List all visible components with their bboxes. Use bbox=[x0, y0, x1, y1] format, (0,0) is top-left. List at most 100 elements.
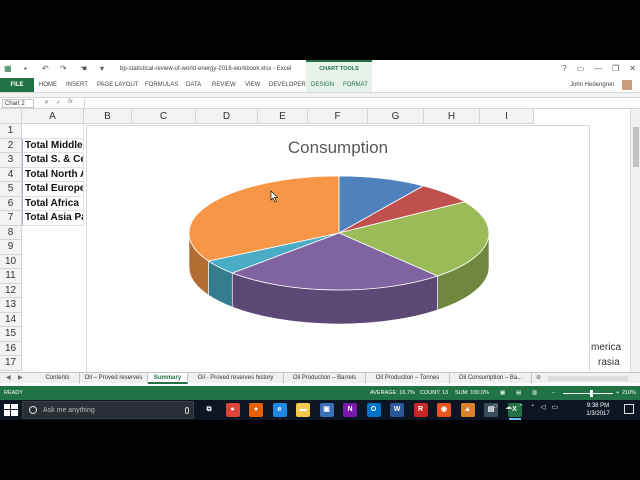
sheet-tab-oil-consumption[interactable]: Oil Consumption – Ba... bbox=[450, 373, 532, 384]
taskbar-matlab-icon[interactable]: ▲ bbox=[460, 403, 475, 417]
redo-icon[interactable]: ↷ bbox=[60, 64, 67, 73]
pie-chart[interactable]: Consumption bbox=[86, 125, 590, 377]
scroll-left-icon[interactable]: ◀ bbox=[6, 373, 11, 384]
zoom-out-icon[interactable]: − bbox=[552, 390, 555, 396]
tab-insert[interactable]: INSERT bbox=[66, 82, 88, 88]
windows-start-icon[interactable] bbox=[4, 404, 18, 416]
horizontal-scrollbar[interactable] bbox=[548, 376, 628, 381]
tab-home[interactable]: HOME bbox=[39, 82, 57, 88]
taskbar-store-icon[interactable]: ▣ bbox=[319, 403, 334, 417]
column-header-g[interactable]: G bbox=[368, 109, 424, 124]
undo-icon[interactable]: ↶ bbox=[42, 64, 49, 73]
column-header-h[interactable]: H bbox=[424, 109, 480, 124]
column-header-c[interactable]: C bbox=[132, 109, 196, 124]
tab-developer[interactable]: DEVELOPER bbox=[269, 82, 306, 88]
formula-input[interactable] bbox=[84, 99, 636, 108]
sheet-tab-contents[interactable]: Contents bbox=[36, 373, 80, 384]
zoom-slider[interactable] bbox=[563, 393, 613, 394]
restore-icon[interactable]: ❐ bbox=[612, 64, 619, 73]
add-sheet-icon[interactable]: ⊕ bbox=[536, 373, 541, 384]
taskbar-chrome-icon[interactable]: ● bbox=[225, 403, 240, 417]
taskbar-outlook-icon[interactable]: O bbox=[366, 403, 381, 417]
microphone-icon[interactable] bbox=[185, 407, 189, 414]
page-layout-view-icon[interactable]: ▤ bbox=[516, 390, 521, 396]
vertical-scrollbar[interactable] bbox=[630, 109, 640, 372]
cell-a1[interactable] bbox=[22, 124, 84, 139]
ribbon-display-icon[interactable]: ▭ bbox=[577, 64, 585, 73]
sheet-tab-oil-proved-reserves-history[interactable]: Oil - Proved reserves history bbox=[188, 373, 284, 384]
save-icon[interactable]: ▪ bbox=[24, 64, 27, 73]
vertical-scroll-thumb[interactable] bbox=[633, 127, 639, 167]
row-header-15[interactable]: 15 bbox=[0, 327, 22, 342]
row-header-8[interactable]: 8 bbox=[0, 225, 22, 240]
column-header-i[interactable]: I bbox=[480, 109, 534, 124]
row-header-4[interactable]: 4 bbox=[0, 167, 22, 182]
cancel-icon[interactable]: ✕ bbox=[44, 99, 49, 106]
row-header-6[interactable]: 6 bbox=[0, 196, 22, 211]
name-box[interactable]: Chart 2 bbox=[2, 99, 34, 108]
tab-formulas[interactable]: FORMULAS bbox=[145, 82, 178, 88]
row-header-11[interactable]: 11 bbox=[0, 269, 22, 284]
cell-a5[interactable]: Total Europe & Eurasia bbox=[22, 182, 84, 197]
column-header-e[interactable]: E bbox=[258, 109, 308, 124]
network-icon[interactable]: ◔ bbox=[530, 403, 534, 411]
taskbar-task-view-icon[interactable]: ⧉ bbox=[202, 403, 216, 417]
row-header-9[interactable]: 9 bbox=[0, 240, 22, 255]
onedrive-icon[interactable]: ☁ bbox=[505, 403, 512, 411]
taskbar-file-explorer-icon[interactable]: ▬ bbox=[296, 403, 310, 417]
tab-page-layout[interactable]: PAGE LAYOUT bbox=[97, 82, 138, 88]
row-header-5[interactable]: 5 bbox=[0, 182, 22, 197]
row-header-3[interactable]: 3 bbox=[0, 153, 22, 168]
row-header-1[interactable]: 1 bbox=[0, 124, 22, 139]
row-header-14[interactable]: 14 bbox=[0, 312, 22, 327]
normal-view-icon[interactable]: ▦ bbox=[500, 390, 505, 396]
row-header-13[interactable]: 13 bbox=[0, 298, 22, 313]
tab-view[interactable]: VIEW bbox=[245, 82, 260, 88]
row-header-12[interactable]: 12 bbox=[0, 283, 22, 298]
column-header-d[interactable]: D bbox=[196, 109, 258, 124]
tab-review[interactable]: REVIEW bbox=[212, 82, 236, 88]
avatar[interactable] bbox=[622, 80, 632, 90]
zoom-in-icon[interactable]: + bbox=[616, 390, 619, 396]
page-break-view-icon[interactable]: ▥ bbox=[532, 390, 537, 396]
scroll-right-icon[interactable]: ▶ bbox=[18, 373, 23, 384]
row-header-10[interactable]: 10 bbox=[0, 254, 22, 269]
select-all-corner[interactable] bbox=[0, 109, 22, 124]
row-header-17[interactable]: 17 bbox=[0, 356, 22, 371]
people-icon[interactable]: ☺ bbox=[492, 403, 499, 411]
enter-icon[interactable]: ✓ bbox=[56, 99, 61, 106]
minimize-icon[interactable]: — bbox=[594, 64, 602, 73]
touch-mode-icon[interactable]: ☚ bbox=[80, 64, 87, 73]
cell-a3[interactable]: Total S. & Cent. America bbox=[22, 153, 84, 168]
help-icon[interactable]: ? bbox=[562, 64, 566, 73]
taskbar-edge-icon[interactable]: e bbox=[272, 403, 287, 417]
sheet-tab-summary[interactable]: Summary bbox=[148, 373, 188, 384]
close-icon[interactable]: ✕ bbox=[629, 64, 636, 73]
taskbar-onenote-icon[interactable]: N bbox=[343, 403, 357, 417]
sheet-tab-oil-production-tonnes[interactable]: Oil Production – Tonnes bbox=[366, 373, 450, 384]
taskbar-r-app-icon[interactable]: R bbox=[413, 403, 428, 417]
tab-data[interactable]: DATA bbox=[186, 82, 201, 88]
zoom-slider-knob[interactable] bbox=[590, 390, 593, 397]
cell-a4[interactable]: Total North America bbox=[22, 167, 84, 182]
action-center-icon[interactable] bbox=[624, 404, 634, 414]
taskbar-word-icon[interactable]: W bbox=[390, 403, 404, 417]
tab-file[interactable]: FILE bbox=[0, 78, 34, 92]
row-header-2[interactable]: 2 bbox=[0, 138, 22, 153]
column-header-f[interactable]: F bbox=[308, 109, 368, 124]
tray-overflow-icon[interactable]: ⌃ bbox=[518, 403, 524, 411]
sheet-tab-oil-proved-reserves[interactable]: Oil – Proved reserves bbox=[80, 373, 148, 384]
volume-icon[interactable]: ◁ bbox=[540, 403, 545, 411]
battery-icon[interactable]: ▭ bbox=[552, 403, 559, 411]
customize-qat-icon[interactable]: ▾ bbox=[100, 64, 104, 73]
row-header-7[interactable]: 7 bbox=[0, 211, 22, 226]
tab-format[interactable]: FORMAT bbox=[343, 82, 368, 88]
column-header-a[interactable]: A bbox=[22, 109, 84, 124]
cortana-search-box[interactable]: Ask me anything bbox=[22, 401, 194, 419]
user-name[interactable]: John Hedengren bbox=[570, 82, 614, 88]
insert-function-icon[interactable]: fx bbox=[68, 99, 73, 106]
tab-design[interactable]: DESIGN bbox=[311, 82, 334, 88]
cell-a2[interactable]: Total Middle East bbox=[22, 138, 84, 153]
cell-a6[interactable]: Total Africa bbox=[22, 196, 84, 211]
taskbar-firefox-icon[interactable]: ● bbox=[249, 403, 263, 417]
